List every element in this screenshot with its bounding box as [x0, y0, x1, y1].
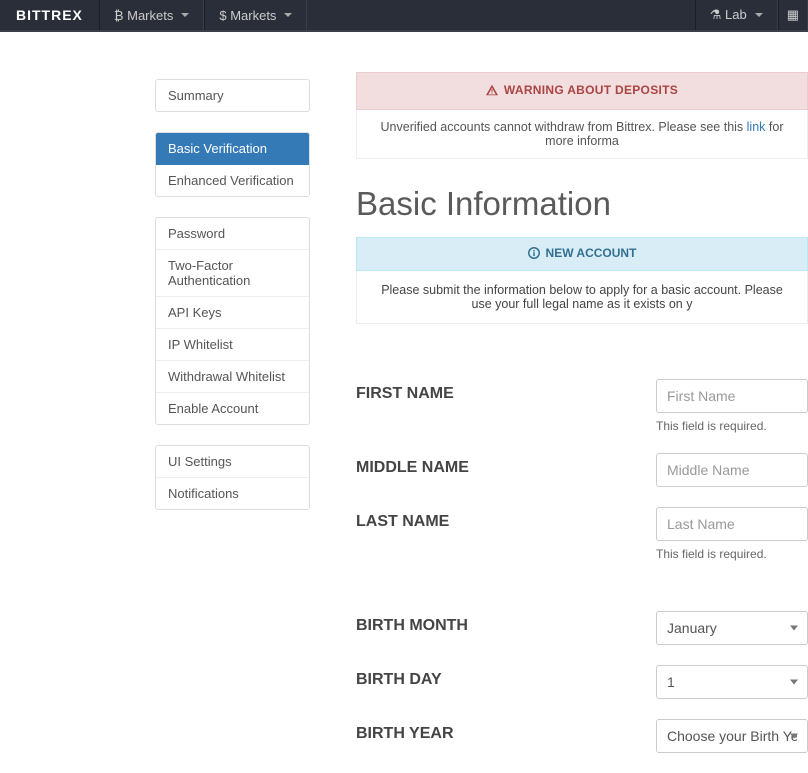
nav-markets-usd-label: $ Markets [219, 8, 276, 23]
page-title: Basic Information [356, 185, 808, 223]
birth-day-select[interactable]: 1 [656, 665, 808, 699]
birth-year-select[interactable]: Choose your Birth Year ... [656, 719, 808, 753]
basic-info-form: FIRST NAME This field is required. MIDDL… [356, 379, 808, 753]
nav-extra[interactable]: ▦ [778, 0, 808, 30]
sidebar: Summary Basic Verification Enhanced Veri… [0, 32, 310, 773]
sidebar-item-enable-account[interactable]: Enable Account [156, 393, 309, 424]
deposit-warning-title: WARNING ABOUT DEPOSITS [504, 83, 678, 97]
middle-name-input[interactable] [656, 453, 808, 487]
birth-year-label: BIRTH YEAR [356, 719, 656, 743]
sidebar-item-api-keys[interactable]: API Keys [156, 297, 309, 329]
sidebar-item-notifications[interactable]: Notifications [156, 478, 309, 509]
brand-logo[interactable]: BITTREX [0, 0, 99, 30]
new-account-title: NEW ACCOUNT [546, 246, 637, 260]
sidebar-item-ui-settings[interactable]: UI Settings [156, 446, 309, 478]
nav-markets-btc[interactable]: ₿ Markets [99, 0, 204, 30]
deposit-warning-alert: WARNING ABOUT DEPOSITS [356, 72, 808, 110]
birth-month-label: BIRTH MONTH [356, 611, 656, 635]
birth-month-select[interactable]: January [656, 611, 808, 645]
sidebar-item-enhanced-verification[interactable]: Enhanced Verification [156, 165, 309, 196]
grid-icon: ▦ [787, 7, 799, 23]
nav-lab-label: ⚗ Lab [710, 7, 747, 23]
sidebar-group-preferences: UI Settings Notifications [155, 445, 310, 510]
top-navbar: BITTREX ₿ Markets $ Markets ⚗ Lab ▦ [0, 0, 808, 32]
first-name-input[interactable] [656, 379, 808, 413]
warning-icon [486, 84, 498, 96]
deposit-warning-link[interactable]: link [747, 120, 766, 134]
main-content: WARNING ABOUT DEPOSITS Unverified accoun… [310, 32, 808, 773]
last-name-help: This field is required. [656, 547, 808, 561]
chevron-down-icon [284, 13, 292, 17]
nav-lab[interactable]: ⚗ Lab [695, 0, 778, 30]
info-icon [528, 247, 540, 259]
first-name-help: This field is required. [656, 419, 808, 433]
sidebar-item-withdrawal-whitelist[interactable]: Withdrawal Whitelist [156, 361, 309, 393]
chevron-down-icon [755, 13, 763, 17]
sidebar-item-summary[interactable]: Summary [156, 80, 309, 111]
nav-markets-btc-label: ₿ Markets [114, 8, 173, 23]
birth-day-label: BIRTH DAY [356, 665, 656, 689]
deposit-warning-body: Unverified accounts cannot withdraw from… [356, 110, 808, 159]
sidebar-group-security: Password Two-Factor Authentication API K… [155, 217, 310, 425]
chevron-down-icon [181, 13, 189, 17]
last-name-input[interactable] [656, 507, 808, 541]
first-name-label: FIRST NAME [356, 379, 656, 403]
middle-name-label: MIDDLE NAME [356, 453, 656, 477]
sidebar-item-basic-verification[interactable]: Basic Verification [156, 133, 309, 165]
new-account-heading: NEW ACCOUNT [356, 237, 808, 271]
new-account-body: Please submit the information below to a… [356, 271, 808, 324]
last-name-label: LAST NAME [356, 507, 656, 531]
sidebar-group-verification: Basic Verification Enhanced Verification [155, 132, 310, 197]
deposit-warning-prefix: Unverified accounts cannot withdraw from… [381, 120, 747, 134]
nav-markets-usd[interactable]: $ Markets [204, 0, 307, 30]
sidebar-item-password[interactable]: Password [156, 218, 309, 250]
sidebar-item-ip-whitelist[interactable]: IP Whitelist [156, 329, 309, 361]
sidebar-item-two-factor[interactable]: Two-Factor Authentication [156, 250, 309, 297]
sidebar-group-summary: Summary [155, 79, 310, 112]
